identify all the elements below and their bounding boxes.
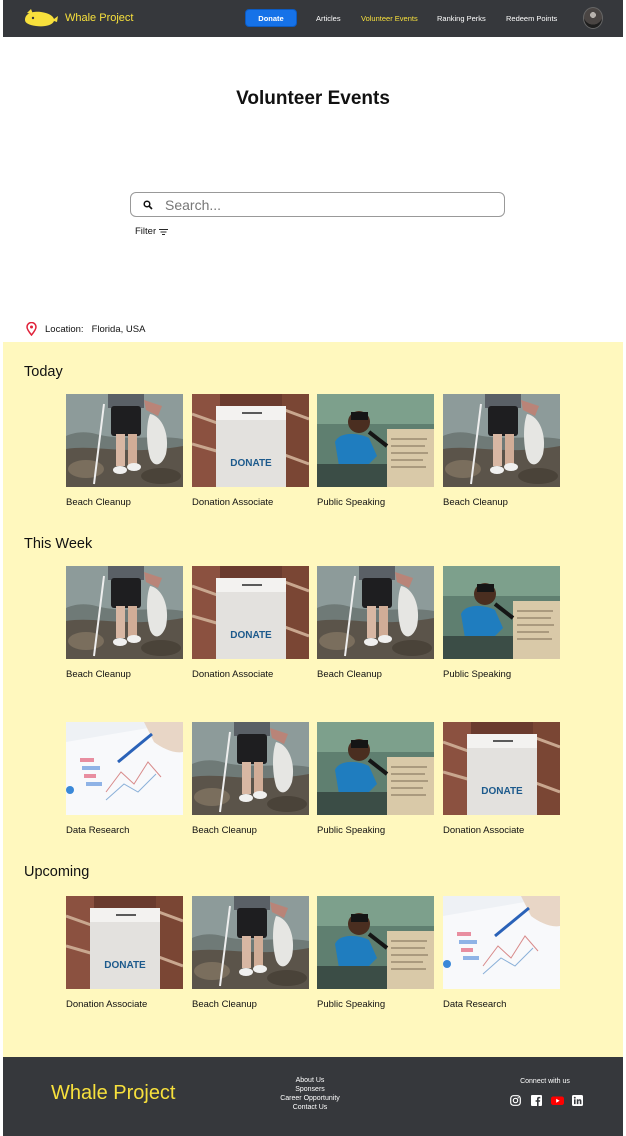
top-navbar: Whale Project Donate Articles Volunteer … bbox=[3, 0, 623, 37]
page-frame: Whale Project Donate Articles Volunteer … bbox=[3, 0, 623, 1136]
brand-name[interactable]: Whale Project bbox=[65, 12, 133, 24]
event-image-donate[interactable]: DONATE bbox=[66, 896, 183, 989]
event-card[interactable]: Beach Cleanup bbox=[66, 566, 183, 680]
footer-link-careers[interactable]: Career Opportunity bbox=[265, 1094, 355, 1103]
event-image-donate[interactable]: DONATE bbox=[192, 394, 309, 487]
event-title[interactable]: Public Speaking bbox=[317, 825, 434, 836]
filter-lines-icon bbox=[159, 228, 169, 235]
event-title[interactable]: Beach Cleanup bbox=[66, 497, 183, 508]
nav-link-redeem-points[interactable]: Redeem Points bbox=[506, 14, 557, 23]
footer: Whale Project About Us Sponsers Career O… bbox=[3, 1057, 623, 1136]
event-image-speaking[interactable] bbox=[317, 394, 434, 487]
search-input[interactable] bbox=[165, 195, 495, 215]
footer-link-about[interactable]: About Us bbox=[265, 1076, 355, 1085]
footer-brand: Whale Project bbox=[51, 1082, 176, 1104]
facebook-icon[interactable] bbox=[531, 1095, 542, 1106]
filter-label: Filter bbox=[135, 226, 157, 237]
event-title[interactable]: Data Research bbox=[443, 999, 560, 1010]
event-card[interactable]: Public Speaking bbox=[317, 722, 434, 836]
event-title[interactable]: Public Speaking bbox=[443, 669, 560, 680]
event-card[interactable]: Beach Cleanup bbox=[192, 722, 309, 836]
nav-link-articles[interactable]: Articles bbox=[316, 14, 341, 23]
donate-button[interactable]: Donate bbox=[245, 9, 297, 27]
event-image-beach[interactable] bbox=[192, 722, 309, 815]
event-title[interactable]: Beach Cleanup bbox=[66, 669, 183, 680]
youtube-icon[interactable] bbox=[551, 1095, 564, 1106]
event-card[interactable]: Public Speaking bbox=[443, 566, 560, 680]
event-card[interactable]: Beach Cleanup bbox=[317, 566, 434, 680]
section-upcoming-title: Upcoming bbox=[24, 864, 90, 880]
event-image-speaking[interactable] bbox=[443, 566, 560, 659]
event-card[interactable]: DONATE Donation Associate bbox=[192, 394, 309, 508]
svg-text:DONATE: DONATE bbox=[481, 786, 523, 797]
page-title: Volunteer Events bbox=[236, 88, 390, 109]
location-info: Location: Florida, USA bbox=[26, 322, 145, 336]
footer-links: About Us Sponsers Career Opportunity Con… bbox=[265, 1076, 355, 1112]
location-pin-icon bbox=[26, 322, 37, 336]
events-area: Today Beach Cleanup DONATE Donation Asso… bbox=[3, 342, 623, 1057]
footer-link-contact[interactable]: Contact Us bbox=[265, 1103, 355, 1112]
nav-link-ranking-perks[interactable]: Ranking Perks bbox=[437, 14, 486, 23]
svg-text:DONATE: DONATE bbox=[230, 630, 272, 641]
event-image-beach[interactable] bbox=[443, 394, 560, 487]
event-image-speaking[interactable] bbox=[317, 722, 434, 815]
filter-button[interactable]: Filter bbox=[135, 226, 169, 237]
event-title[interactable]: Donation Associate bbox=[443, 825, 560, 836]
instagram-icon[interactable] bbox=[510, 1095, 521, 1106]
event-title[interactable]: Beach Cleanup bbox=[317, 669, 434, 680]
svg-text:DONATE: DONATE bbox=[230, 458, 272, 469]
event-title[interactable]: Public Speaking bbox=[317, 497, 434, 508]
event-card[interactable]: Public Speaking bbox=[317, 896, 434, 1010]
event-image-speaking[interactable] bbox=[317, 896, 434, 989]
event-card[interactable]: DONATE Donation Associate bbox=[192, 566, 309, 680]
event-card[interactable]: Beach Cleanup bbox=[443, 394, 560, 508]
linkedin-icon[interactable] bbox=[572, 1095, 583, 1106]
event-image-donate[interactable]: DONATE bbox=[192, 566, 309, 659]
svg-text:DONATE: DONATE bbox=[104, 960, 146, 971]
event-title[interactable]: Donation Associate bbox=[192, 497, 309, 508]
event-card[interactable]: Data Research bbox=[443, 896, 560, 1010]
event-image-donate[interactable]: DONATE bbox=[443, 722, 560, 815]
event-card[interactable]: DONATE Donation Associate bbox=[66, 896, 183, 1010]
event-title[interactable]: Data Research bbox=[66, 825, 183, 836]
event-title[interactable]: Beach Cleanup bbox=[192, 825, 309, 836]
event-card[interactable]: Beach Cleanup bbox=[192, 896, 309, 1010]
footer-link-sponsers[interactable]: Sponsers bbox=[265, 1085, 355, 1094]
event-image-beach[interactable] bbox=[192, 896, 309, 989]
whale-logo-icon[interactable] bbox=[23, 8, 59, 28]
event-image-beach[interactable] bbox=[317, 566, 434, 659]
event-card[interactable]: Beach Cleanup bbox=[66, 394, 183, 508]
section-today-title: Today bbox=[24, 364, 63, 380]
event-title[interactable]: Donation Associate bbox=[66, 999, 183, 1010]
event-title[interactable]: Public Speaking bbox=[317, 999, 434, 1010]
nav-link-volunteer-events[interactable]: Volunteer Events bbox=[361, 14, 418, 23]
search-icon bbox=[143, 200, 153, 210]
event-title[interactable]: Beach Cleanup bbox=[443, 497, 560, 508]
search-bar[interactable] bbox=[130, 192, 505, 217]
location-label: Location: bbox=[45, 323, 84, 335]
event-image-beach[interactable] bbox=[66, 394, 183, 487]
event-card[interactable]: Data Research bbox=[66, 722, 183, 836]
connect-label: Connect with us bbox=[520, 1078, 570, 1085]
event-title[interactable]: Donation Associate bbox=[192, 669, 309, 680]
event-card[interactable]: Public Speaking bbox=[317, 394, 434, 508]
event-card[interactable]: DONATE Donation Associate bbox=[443, 722, 560, 836]
location-value[interactable]: Florida, USA bbox=[92, 324, 146, 335]
user-avatar[interactable] bbox=[583, 7, 603, 29]
event-title[interactable]: Beach Cleanup bbox=[192, 999, 309, 1010]
event-image-research[interactable] bbox=[443, 896, 560, 989]
event-image-beach[interactable] bbox=[66, 566, 183, 659]
section-this-week-title: This Week bbox=[24, 536, 93, 552]
event-image-research[interactable] bbox=[66, 722, 183, 815]
